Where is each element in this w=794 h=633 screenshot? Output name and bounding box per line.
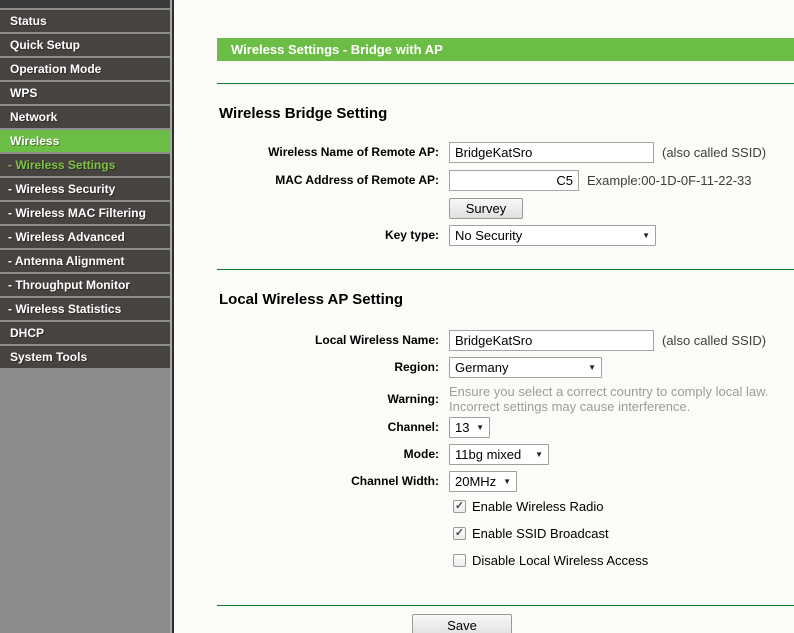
- bridge-section-heading: Wireless Bridge Setting: [219, 105, 388, 122]
- local-name-label: Local Wireless Name:: [315, 333, 439, 347]
- remote-name-label: Wireless Name of Remote AP:: [268, 145, 439, 159]
- warning-row: Warning: Ensure you select a correct cou…: [174, 384, 794, 414]
- sidebar-item-wireless-settings[interactable]: - Wireless Settings: [0, 154, 170, 176]
- enable-wireless-radio-row: ✓ Enable Wireless Radio: [453, 499, 794, 514]
- dropdown-arrow-icon: ▼: [642, 230, 650, 240]
- key-type-select[interactable]: No Security ▼: [449, 224, 656, 246]
- dropdown-arrow-icon: ▼: [476, 422, 484, 432]
- sidebar-item-wireless-statistics[interactable]: - Wireless Statistics: [0, 298, 170, 320]
- router-admin-page: Status Quick Setup Operation Mode WPS Ne…: [0, 0, 794, 633]
- separator-middle: [217, 269, 794, 270]
- check-icon: ✓: [454, 500, 465, 512]
- local-wireless-name-input[interactable]: [449, 329, 654, 351]
- dropdown-arrow-icon: ▼: [535, 449, 543, 459]
- sidebar-item-wireless-mac-filtering[interactable]: - Wireless MAC Filtering: [0, 202, 170, 224]
- local-name-row: Local Wireless Name: (also called SSID): [174, 329, 794, 351]
- survey-row: Survey: [174, 197, 794, 219]
- channel-width-select[interactable]: 20MHz ▼: [449, 470, 517, 492]
- warning-text: Ensure you select a correct country to c…: [449, 384, 768, 414]
- remote-name-row: Wireless Name of Remote AP: (also called…: [174, 141, 794, 163]
- remote-mac-label: MAC Address of Remote AP:: [275, 173, 439, 187]
- enable-wireless-radio-label: Enable Wireless Radio: [472, 499, 604, 514]
- remote-mac-row: MAC Address of Remote AP: Example:00-1D-…: [174, 169, 794, 191]
- channel-width-row: Channel Width: 20MHz ▼: [174, 470, 794, 492]
- save-button[interactable]: Save: [412, 614, 512, 633]
- page-title: Wireless Settings - Bridge with AP: [231, 42, 443, 57]
- channel-value: 13: [455, 419, 470, 435]
- key-type-row: Key type: No Security ▼: [174, 224, 794, 246]
- disable-local-wireless-label: Disable Local Wireless Access: [472, 553, 649, 568]
- region-row: Region: Germany ▼: [174, 356, 794, 378]
- save-row: Save: [174, 614, 794, 633]
- sidebar-item-status[interactable]: Status: [0, 10, 170, 32]
- warning-label: Warning:: [387, 392, 439, 406]
- disable-local-wireless-checkbox[interactable]: ✓: [453, 554, 466, 567]
- channel-width-value: 20MHz: [455, 473, 497, 489]
- warning-line-1: Ensure you select a correct country to c…: [449, 384, 769, 399]
- mode-select[interactable]: 11bg mixed ▼: [449, 443, 549, 465]
- sidebar-item-dhcp[interactable]: DHCP: [0, 322, 170, 344]
- enable-ssid-broadcast-row: ✓ Enable SSID Broadcast: [453, 526, 794, 541]
- remote-ap-name-input[interactable]: [449, 141, 654, 163]
- mode-value: 11bg mixed: [455, 446, 522, 462]
- sidebar-item-wireless-security[interactable]: - Wireless Security: [0, 178, 170, 200]
- sidebar-item-wireless-advanced[interactable]: - Wireless Advanced: [0, 226, 170, 248]
- sidebar-top-strip: [0, 0, 170, 8]
- region-select[interactable]: Germany ▼: [449, 356, 602, 378]
- mode-label: Mode:: [403, 447, 439, 461]
- enable-ssid-broadcast-label: Enable SSID Broadcast: [472, 526, 609, 541]
- ap-section-heading: Local Wireless AP Setting: [219, 291, 404, 308]
- sidebar-item-network[interactable]: Network: [0, 106, 170, 128]
- remote-mac-note: Example:00-1D-0F-11-22-33: [587, 172, 752, 188]
- channel-width-label: Channel Width:: [351, 474, 439, 488]
- sidebar-item-throughput-monitor[interactable]: - Throughput Monitor: [0, 274, 170, 296]
- local-name-note: (also called SSID): [662, 332, 767, 348]
- channel-label: Channel:: [387, 420, 439, 434]
- mode-row: Mode: 11bg mixed ▼: [174, 443, 794, 465]
- survey-button[interactable]: Survey: [449, 197, 523, 219]
- disable-local-wireless-row: ✓ Disable Local Wireless Access: [453, 553, 794, 568]
- sidebar-item-operation-mode[interactable]: Operation Mode: [0, 58, 170, 80]
- sidebar-nav: Status Quick Setup Operation Mode WPS Ne…: [0, 0, 170, 633]
- remote-ap-mac-input[interactable]: [449, 169, 579, 191]
- separator-top: [217, 83, 794, 84]
- warning-line-2: Incorrect settings may cause interferenc…: [449, 399, 691, 414]
- main-content: Wireless Settings - Bridge with AP Wirel…: [174, 0, 794, 633]
- sidebar-item-wireless[interactable]: Wireless: [0, 130, 170, 152]
- page-title-banner: Wireless Settings - Bridge with AP: [217, 38, 794, 61]
- sidebar-item-wps[interactable]: WPS: [0, 82, 170, 104]
- sidebar-item-antenna-alignment[interactable]: - Antenna Alignment: [0, 250, 170, 272]
- region-label: Region:: [394, 360, 439, 374]
- sidebar-item-quick-setup[interactable]: Quick Setup: [0, 34, 170, 56]
- enable-wireless-radio-checkbox[interactable]: ✓: [453, 500, 466, 513]
- dropdown-arrow-icon: ▼: [588, 362, 596, 372]
- region-value: Germany: [455, 359, 509, 375]
- check-icon: ✓: [454, 527, 465, 539]
- separator-bottom: [217, 605, 794, 606]
- dropdown-arrow-icon: ▼: [503, 476, 511, 486]
- enable-ssid-broadcast-checkbox[interactable]: ✓: [453, 527, 466, 540]
- remote-name-note: (also called SSID): [662, 144, 767, 160]
- key-type-label: Key type:: [384, 228, 439, 242]
- channel-select[interactable]: 13 ▼: [449, 416, 490, 438]
- channel-row: Channel: 13 ▼: [174, 416, 794, 438]
- key-type-value: No Security: [455, 227, 523, 243]
- sidebar-item-system-tools[interactable]: System Tools: [0, 346, 170, 368]
